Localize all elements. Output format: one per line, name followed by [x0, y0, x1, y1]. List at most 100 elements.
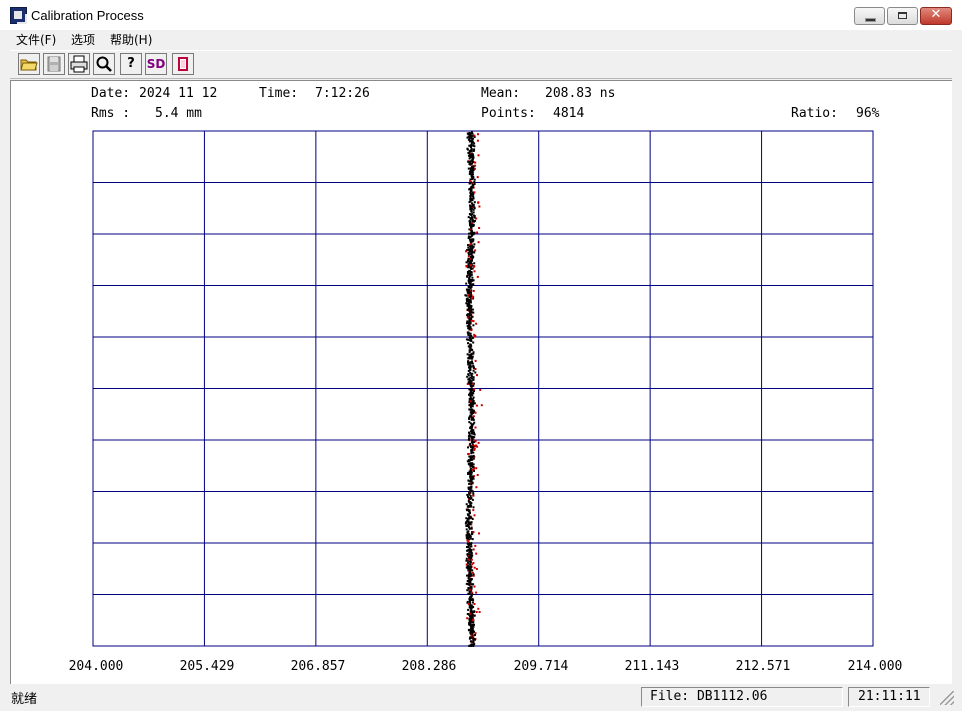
status-file: File: DB1112.06	[641, 687, 843, 707]
scatter-point	[466, 275, 469, 278]
menu-options[interactable]: 选项	[71, 31, 95, 48]
scatter-point	[471, 337, 474, 340]
scatter-point	[476, 139, 479, 142]
menu-file[interactable]: 文件(F)	[16, 31, 56, 48]
stop-button[interactable]	[172, 53, 194, 75]
maximize-button[interactable]	[887, 7, 918, 25]
scatter-point	[471, 643, 474, 646]
scatter-point	[470, 558, 473, 561]
scatter-point	[470, 527, 473, 530]
search-button[interactable]	[93, 53, 115, 75]
scatter-point	[470, 415, 473, 418]
scatter-point	[471, 440, 474, 443]
scatter-point	[475, 611, 478, 613]
menu-help[interactable]: 帮助(H)	[110, 31, 152, 48]
scatter-point	[470, 308, 473, 311]
scatter-point	[468, 492, 471, 495]
help-button[interactable]: ?	[120, 53, 142, 75]
scatter-point	[470, 521, 473, 524]
scatter-point	[472, 463, 475, 466]
scatter-point	[473, 262, 476, 265]
scatter-point	[465, 282, 468, 285]
scatter-point	[472, 415, 475, 418]
scatter-point	[469, 569, 472, 572]
scatter-point	[470, 486, 473, 489]
scatter-point	[471, 158, 474, 161]
scatter-point	[466, 613, 469, 615]
scatter-point	[470, 166, 473, 168]
scatter-point	[472, 583, 475, 586]
print-button[interactable]	[68, 53, 90, 75]
scatter-point	[472, 494, 475, 497]
minimize-button[interactable]	[854, 7, 885, 25]
scatter-point	[466, 353, 469, 356]
scatter-point	[469, 293, 472, 296]
scatter-point	[467, 135, 470, 138]
scatter-point	[471, 360, 473, 363]
scatter-point	[473, 201, 476, 204]
scatter-point	[477, 133, 479, 136]
scatter-point	[465, 566, 468, 569]
scatter-point	[467, 524, 470, 527]
scatter-point	[470, 462, 473, 465]
scatter-point	[471, 297, 474, 300]
close-button[interactable]: ✕	[920, 7, 952, 25]
scatter-point	[473, 603, 476, 605]
scatter-point	[467, 576, 470, 579]
scatter-point	[469, 551, 472, 554]
scatter-point	[473, 265, 476, 268]
scatter-point	[469, 160, 472, 163]
scatter-point	[478, 205, 481, 208]
scatter-point	[468, 501, 471, 504]
scatter-point	[469, 406, 472, 409]
scatter-point	[465, 559, 468, 562]
scatter-point	[465, 563, 468, 566]
scatter-point	[469, 622, 472, 625]
scatter-point	[468, 364, 471, 367]
scatter-point	[469, 596, 472, 598]
scatter-point	[475, 591, 478, 594]
status-clock: 21:11:11	[848, 687, 930, 707]
scatter-point	[471, 400, 474, 403]
maximize-icon	[898, 12, 907, 19]
scatter-point	[477, 441, 480, 444]
scatter-point	[469, 154, 472, 156]
scatter-point	[470, 556, 473, 559]
scatter-point	[472, 203, 475, 206]
scatter-point	[470, 408, 473, 411]
date-label: Date:	[91, 86, 131, 101]
scatter-chart	[92, 130, 874, 647]
scatter-point	[469, 353, 472, 356]
resize-grip[interactable]	[940, 691, 954, 705]
scatter-point	[473, 134, 476, 137]
scatter-point	[471, 279, 474, 282]
scatter-point	[472, 211, 475, 214]
open-button[interactable]	[18, 53, 40, 75]
scatter-point	[469, 272, 471, 275]
scatter-point	[468, 618, 471, 621]
scatter-point	[473, 566, 476, 569]
time-label: Time:	[259, 86, 299, 101]
scatter-point	[471, 569, 474, 572]
scatter-point	[473, 216, 476, 219]
save-button[interactable]	[43, 53, 65, 75]
scatter-point	[468, 382, 471, 385]
scatter-point	[469, 572, 472, 575]
scatter-point	[477, 607, 480, 610]
scatter-point	[475, 568, 478, 570]
scatter-point	[470, 380, 473, 383]
scatter-point	[475, 486, 478, 489]
sd-button[interactable]: SD	[145, 53, 167, 75]
scatter-point	[473, 270, 476, 273]
scatter-point	[467, 132, 470, 135]
scatter-point	[475, 552, 478, 555]
app-icon[interactable]	[10, 7, 27, 24]
scatter-point	[465, 288, 468, 291]
scatter-point	[467, 255, 470, 258]
scatter-point	[468, 527, 471, 530]
scatter-point	[473, 402, 476, 405]
scatter-point	[476, 474, 479, 476]
scatter-point	[468, 437, 470, 440]
scatter-point	[472, 320, 475, 323]
title-bar[interactable]: Calibration Process ✕	[0, 0, 962, 30]
